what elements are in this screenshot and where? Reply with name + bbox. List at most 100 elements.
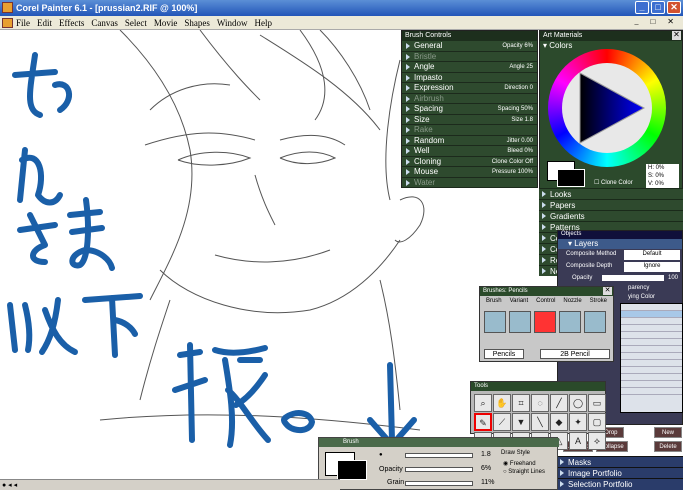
- clone-color-checkbox[interactable]: ☐ Clone Color: [594, 179, 633, 186]
- control-menu[interactable]: Control: [536, 298, 555, 304]
- bc-spacing[interactable]: Spacing Spacing 50%: [402, 104, 537, 115]
- bc-expression[interactable]: Expression Direction 0: [402, 83, 537, 94]
- bc-row-label: Rake: [414, 125, 433, 134]
- masks-section[interactable]: Masks: [557, 456, 683, 467]
- layers-tab[interactable]: ▾ Layers: [558, 239, 682, 249]
- secondary-color-swatch[interactable]: [557, 169, 585, 187]
- bc-water[interactable]: Water: [402, 177, 537, 188]
- bc-row-value: Angle 25: [509, 64, 533, 70]
- section-ne[interactable]: Ne: [539, 265, 560, 276]
- nozzle-menu[interactable]: Nozzle: [563, 298, 581, 304]
- selected-pencil-icon[interactable]: [534, 311, 556, 333]
- paint-bucket-icon[interactable]: ▼: [512, 413, 530, 431]
- status-icons[interactable]: ● ◂ ◂: [2, 481, 17, 489]
- marker-brush-icon[interactable]: [584, 311, 606, 333]
- clone-icon[interactable]: ✦: [569, 413, 587, 431]
- color-triangle[interactable]: [562, 63, 652, 153]
- straight-lines-radio[interactable]: ○ Straight Lines: [503, 469, 545, 475]
- bc-row-label: Impasto: [414, 72, 443, 82]
- bc-cloning[interactable]: Cloning Clone Color Off: [402, 156, 537, 167]
- menu-select[interactable]: Select: [125, 18, 147, 28]
- looks-section[interactable]: Looks: [539, 188, 683, 199]
- rect-icon[interactable]: ▭: [588, 394, 606, 412]
- gradients-section[interactable]: Gradients: [539, 210, 683, 221]
- menu-canvas[interactable]: Canvas: [91, 18, 118, 28]
- bc-bristle[interactable]: Bristle: [402, 51, 537, 62]
- bc-random[interactable]: Random Jitter 0.00: [402, 135, 537, 146]
- bc-impasto[interactable]: Impasto: [402, 72, 537, 83]
- menu-movie[interactable]: Movie: [154, 18, 178, 28]
- size-label: ●: [379, 452, 383, 458]
- color-triangle-area[interactable]: [562, 63, 652, 153]
- pencil-brush-icon[interactable]: [484, 311, 506, 333]
- menu-edit[interactable]: Edit: [37, 18, 52, 28]
- oil-brush-icon[interactable]: [559, 311, 581, 333]
- text-icon[interactable]: A: [569, 432, 587, 450]
- selection-portfolio-section[interactable]: Selection Portfolio: [557, 478, 683, 490]
- bc-airbrush[interactable]: Airbrush: [402, 93, 537, 104]
- variant-menu[interactable]: Variant: [510, 298, 529, 304]
- section-co-2[interactable]: Co: [539, 243, 560, 254]
- stroke-menu[interactable]: Stroke: [590, 298, 607, 304]
- menu-effects[interactable]: Effects: [59, 18, 84, 28]
- shape-select-icon[interactable]: ⟡: [588, 432, 606, 450]
- size-slider[interactable]: [405, 453, 473, 458]
- colors-section-label[interactable]: ▾ Colors: [543, 41, 572, 50]
- menu-shapes[interactable]: Shapes: [184, 18, 210, 28]
- close-icon[interactable]: ✕: [603, 287, 612, 295]
- freehand-radio[interactable]: ◉ Freehand: [503, 460, 536, 467]
- transform-icon[interactable]: ◆: [550, 413, 568, 431]
- eraser-icon[interactable]: ▢: [588, 413, 606, 431]
- brush-variant-select[interactable]: 2B Pencil: [540, 349, 610, 359]
- minimize-button[interactable]: _: [635, 1, 649, 14]
- menu-window[interactable]: Window: [217, 18, 248, 28]
- composite-depth-select[interactable]: Ignore: [624, 262, 680, 272]
- grabber-icon[interactable]: ✋: [493, 394, 511, 412]
- property-secondary-swatch[interactable]: [337, 460, 367, 480]
- magnifier-icon[interactable]: ⌕: [474, 394, 492, 412]
- color-wheel[interactable]: [548, 49, 666, 167]
- menu-file[interactable]: File: [16, 18, 30, 28]
- brush-tool-icon[interactable]: ✎: [474, 413, 492, 431]
- lasso-icon[interactable]: ◌: [531, 394, 549, 412]
- pen-icon[interactable]: ╱: [550, 394, 568, 412]
- shape-icon[interactable]: ◯: [569, 394, 587, 412]
- brush-menu[interactable]: Brush: [486, 298, 502, 304]
- section-label: Selection Portfolio: [568, 480, 633, 489]
- new-layer-button[interactable]: New: [654, 427, 682, 438]
- bc-row-label: General: [414, 41, 443, 50]
- bc-row-label: Water: [414, 177, 436, 187]
- bc-size[interactable]: Size Size 1.8: [402, 114, 537, 125]
- opacity-slider[interactable]: [405, 467, 473, 472]
- draw-style-label: Draw Style: [501, 450, 531, 456]
- layer-opacity-slider[interactable]: [602, 275, 664, 281]
- bc-row-label: Airbrush: [414, 93, 444, 103]
- bc-well[interactable]: Well Bleed 0%: [402, 146, 537, 157]
- dropper-icon[interactable]: ⟋: [493, 413, 511, 431]
- section-label: Masks: [568, 458, 592, 467]
- section-co-1[interactable]: Co: [539, 232, 560, 243]
- crop-icon[interactable]: ⌗: [512, 394, 530, 412]
- papers-section[interactable]: Papers: [539, 199, 683, 210]
- paint-brush-icon[interactable]: [509, 311, 531, 333]
- bc-mouse[interactable]: Mouse Pressure 100%: [402, 167, 537, 178]
- close-button[interactable]: ✕: [667, 1, 681, 14]
- layer-list[interactable]: [620, 303, 683, 413]
- grain-slider[interactable]: [405, 481, 473, 486]
- menu-help[interactable]: Help: [254, 18, 272, 28]
- document-window-controls[interactable]: _ □ ✕: [634, 17, 679, 26]
- brush-category-select[interactable]: Pencils: [484, 349, 524, 359]
- composite-method-select[interactable]: Default: [624, 250, 680, 260]
- section-label: Gradients: [550, 212, 585, 221]
- bc-row-value: Clone Color Off: [491, 158, 533, 165]
- bc-row-label: Mouse: [414, 167, 439, 176]
- image-portfolio-section[interactable]: Image Portfolio: [557, 467, 683, 478]
- bc-general[interactable]: General Opacity 6%: [402, 41, 537, 52]
- bc-rake[interactable]: Rake: [402, 125, 537, 136]
- close-icon[interactable]: ✕: [672, 31, 681, 40]
- bc-angle[interactable]: Angle Angle 25: [402, 62, 537, 73]
- delete-layer-button[interactable]: Delete: [654, 441, 682, 452]
- section-re[interactable]: Re: [539, 254, 560, 265]
- maximize-button[interactable]: □: [651, 1, 665, 14]
- pencil-alt-icon[interactable]: ╲: [531, 413, 549, 431]
